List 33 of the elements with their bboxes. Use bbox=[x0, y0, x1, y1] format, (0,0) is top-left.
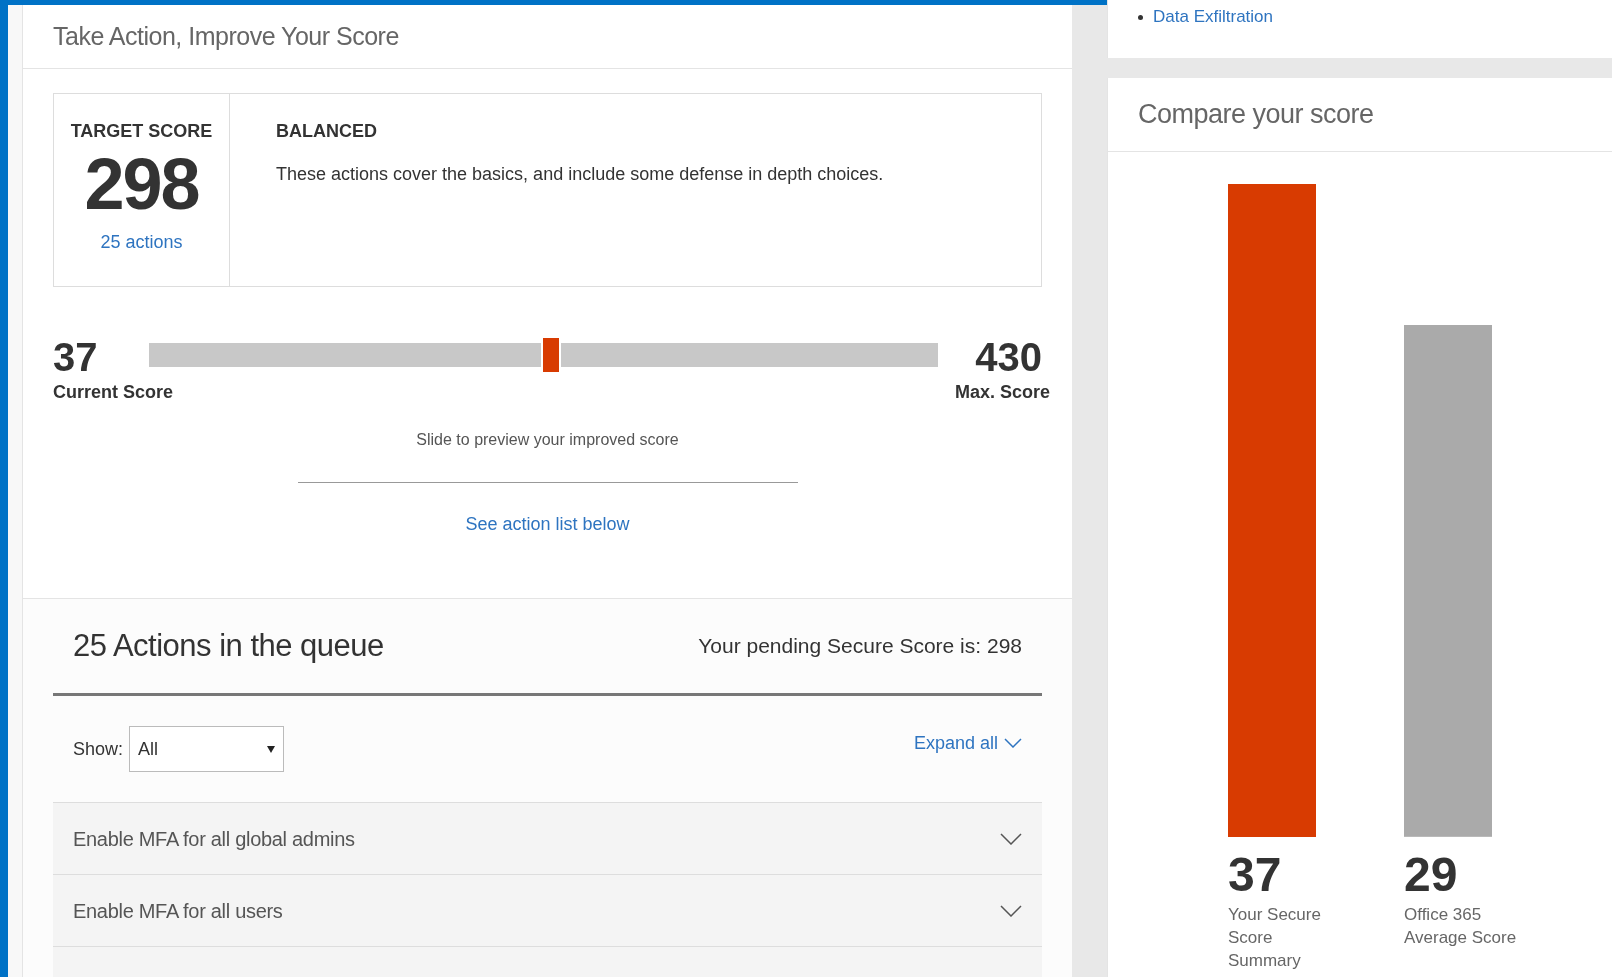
filter-label: Show: bbox=[73, 737, 124, 761]
expand-all-button[interactable]: Expand all bbox=[913, 729, 1022, 757]
bullet-list-item[interactable]: Data Exfiltration bbox=[1138, 7, 1273, 27]
bar-value-label: 29 bbox=[1404, 847, 1459, 903]
bullet-icon bbox=[1138, 14, 1143, 20]
target-score-value: 298 bbox=[84, 145, 199, 223]
score-slider[interactable] bbox=[149, 335, 938, 375]
dropdown-caret-icon bbox=[267, 745, 276, 753]
target-score-label: TARGET SCORE bbox=[70, 120, 213, 143]
see-action-list-link[interactable]: See action list below bbox=[465, 511, 630, 538]
bar-category-label: Your Secure Score Summary bbox=[1228, 904, 1322, 972]
action-row[interactable]: Enable MFA for all users bbox=[53, 875, 1042, 946]
plan-title: BALANCED bbox=[276, 120, 378, 143]
slider-thumb[interactable] bbox=[541, 336, 562, 374]
panel-title: Take Action, Improve Your Score bbox=[53, 20, 399, 52]
queue-title: 25 Actions in the queue bbox=[73, 626, 384, 665]
compare-title: Compare your score bbox=[1138, 98, 1374, 132]
action-row[interactable]: Enable MFA for all global admins bbox=[53, 803, 1042, 874]
max-score-value: 430 bbox=[975, 335, 1042, 379]
max-score-label: Max. Score bbox=[954, 381, 1050, 404]
chevron-icon bbox=[1004, 738, 1022, 748]
bar-category-label: Office 365 Average Score bbox=[1404, 904, 1518, 949]
action-row[interactable] bbox=[53, 947, 1042, 977]
chevron-icon bbox=[1000, 832, 1022, 845]
chevron-icon bbox=[1000, 904, 1022, 917]
plan-description: These actions cover the basics, and include some defense in depth choices. bbox=[276, 163, 885, 186]
pending-score-text: Your pending Secure Score is: 298 bbox=[698, 633, 1022, 660]
filter-dropdown[interactable]: All bbox=[129, 726, 285, 772]
slider-hint: Slide to preview your improved score bbox=[297, 428, 798, 483]
actions-link[interactable]: 25 actions bbox=[100, 229, 183, 256]
current-score-label: Current Score bbox=[53, 381, 174, 404]
bar-value-label: 37 bbox=[1228, 847, 1283, 903]
current-score-value: 37 bbox=[53, 335, 99, 379]
